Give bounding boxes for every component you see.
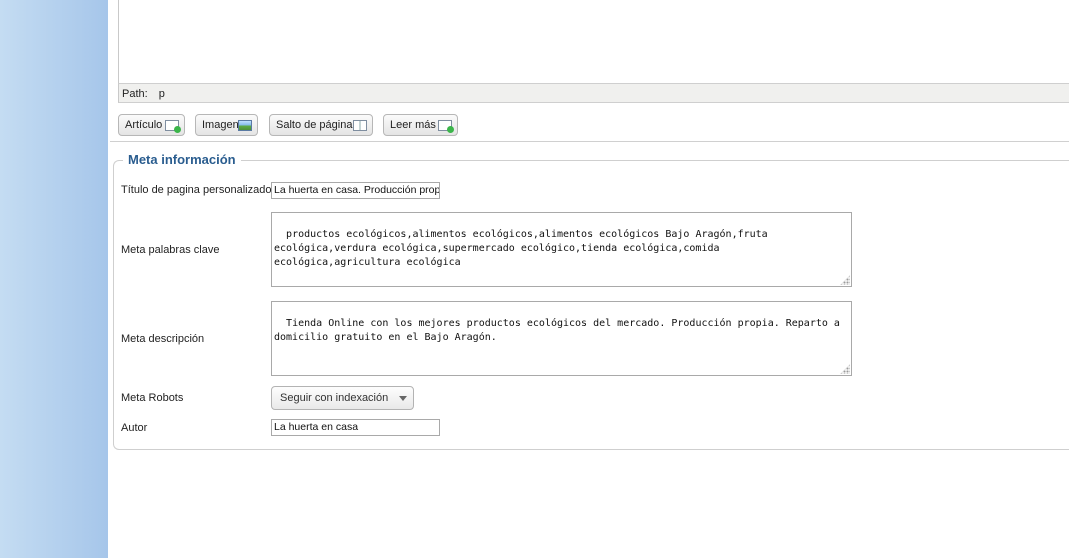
- keywords-label: Meta palabras clave: [121, 244, 220, 256]
- path-label: Path:: [122, 88, 148, 100]
- keywords-textarea[interactable]: productos ecológicos,alimentos ecológico…: [271, 212, 852, 287]
- robots-select[interactable]: Seguir con indexación: [271, 386, 414, 410]
- pagebreak-button[interactable]: Salto de página: [269, 114, 373, 136]
- image-insert-icon: [238, 120, 252, 131]
- image-button[interactable]: Imagen: [195, 114, 258, 136]
- resize-grip-icon[interactable]: [840, 364, 850, 374]
- path-value[interactable]: p: [159, 88, 165, 100]
- robots-selected-value: Seguir con indexación: [280, 392, 389, 404]
- custom-title-input[interactable]: La huerta en casa. Producción prop: [271, 182, 440, 199]
- description-label: Meta descripción: [121, 333, 205, 345]
- author-input[interactable]: La huerta en casa: [271, 419, 440, 436]
- robots-label: Meta Robots: [121, 392, 184, 404]
- article-button-label: Artículo: [125, 119, 163, 131]
- description-textarea[interactable]: Tienda Online con los mejores productos …: [271, 301, 852, 376]
- readmore-button[interactable]: Leer más: [383, 114, 458, 136]
- chevron-down-icon: [399, 396, 407, 401]
- keywords-value: productos ecológicos,alimentos ecológico…: [274, 229, 774, 268]
- author-label: Autor: [121, 422, 148, 434]
- pagebreak-button-label: Salto de página: [276, 119, 353, 131]
- image-button-label: Imagen: [202, 119, 239, 131]
- meta-info-legend: Meta información: [123, 152, 241, 168]
- custom-title-label: Título de pagina personalizado: [121, 184, 272, 196]
- readmore-button-label: Leer más: [390, 119, 436, 131]
- article-button[interactable]: Artículo: [118, 114, 185, 136]
- article-insert-icon: [165, 120, 181, 133]
- resize-grip-icon[interactable]: [840, 275, 850, 285]
- left-background-panel: [0, 0, 108, 558]
- pagebreak-icon: [353, 120, 367, 131]
- section-divider: [110, 141, 1069, 142]
- editor-path-bar: Path: p: [118, 83, 1069, 103]
- readmore-icon: [438, 120, 454, 133]
- description-value: Tienda Online con los mejores productos …: [274, 318, 846, 343]
